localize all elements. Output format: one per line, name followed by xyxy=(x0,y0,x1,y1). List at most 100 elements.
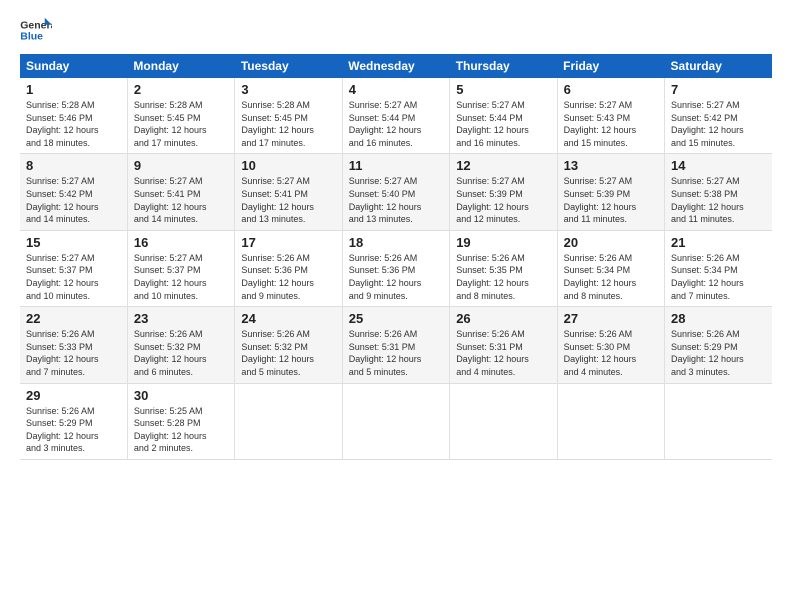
day-info: Sunrise: 5:26 AM Sunset: 5:32 PM Dayligh… xyxy=(241,328,335,378)
header: General Blue xyxy=(20,16,772,44)
day-info: Sunrise: 5:26 AM Sunset: 5:36 PM Dayligh… xyxy=(349,252,443,302)
calendar-cell: 27 Sunrise: 5:26 AM Sunset: 5:30 PM Dayli… xyxy=(557,307,664,383)
day-number: 23 xyxy=(134,311,228,326)
page: General Blue SundayMondayTuesdayWednesda… xyxy=(0,0,792,612)
calendar-week-row: 22 Sunrise: 5:26 AM Sunset: 5:33 PM Dayli… xyxy=(20,307,772,383)
day-number: 28 xyxy=(671,311,766,326)
calendar-cell: 23 Sunrise: 5:26 AM Sunset: 5:32 PM Dayli… xyxy=(127,307,234,383)
day-number: 8 xyxy=(26,158,121,173)
calendar-cell: 12 Sunrise: 5:27 AM Sunset: 5:39 PM Dayli… xyxy=(450,154,557,230)
day-number: 16 xyxy=(134,235,228,250)
day-info: Sunrise: 5:26 AM Sunset: 5:31 PM Dayligh… xyxy=(349,328,443,378)
day-number: 30 xyxy=(134,388,228,403)
calendar-cell: 13 Sunrise: 5:27 AM Sunset: 5:39 PM Dayli… xyxy=(557,154,664,230)
day-number: 22 xyxy=(26,311,121,326)
day-number: 24 xyxy=(241,311,335,326)
day-info: Sunrise: 5:26 AM Sunset: 5:34 PM Dayligh… xyxy=(564,252,658,302)
calendar-cell: 29 Sunrise: 5:26 AM Sunset: 5:29 PM Dayli… xyxy=(20,383,127,459)
day-number: 2 xyxy=(134,82,228,97)
calendar-cell: 14Sunrise: 5:27 AM Sunset: 5:38 PM Dayli… xyxy=(665,154,772,230)
svg-text:Blue: Blue xyxy=(20,31,43,43)
day-info: Sunrise: 5:27 AM Sunset: 5:41 PM Dayligh… xyxy=(241,175,335,225)
calendar-header-row: SundayMondayTuesdayWednesdayThursdayFrid… xyxy=(20,54,772,78)
day-number: 6 xyxy=(564,82,658,97)
calendar-cell: 30 Sunrise: 5:25 AM Sunset: 5:28 PM Dayli… xyxy=(127,383,234,459)
calendar-cell: 9 Sunrise: 5:27 AM Sunset: 5:41 PM Daylig… xyxy=(127,154,234,230)
calendar-week-row: 1 Sunrise: 5:28 AM Sunset: 5:46 PM Daylig… xyxy=(20,78,772,154)
day-number: 20 xyxy=(564,235,658,250)
day-number: 12 xyxy=(456,158,550,173)
weekday-header: Friday xyxy=(557,54,664,78)
day-number: 14 xyxy=(671,158,766,173)
day-number: 17 xyxy=(241,235,335,250)
calendar-cell: 4Sunrise: 5:27 AM Sunset: 5:44 PM Daylig… xyxy=(342,78,449,154)
day-info: Sunrise: 5:28 AM Sunset: 5:45 PM Dayligh… xyxy=(134,99,228,149)
logo: General Blue xyxy=(20,16,52,44)
day-number: 10 xyxy=(241,158,335,173)
calendar-cell: 1 Sunrise: 5:28 AM Sunset: 5:46 PM Daylig… xyxy=(20,78,127,154)
day-number: 3 xyxy=(241,82,335,97)
calendar-cell: 21 Sunrise: 5:26 AM Sunset: 5:34 PM Dayli… xyxy=(665,230,772,306)
calendar-cell: 19Sunrise: 5:26 AM Sunset: 5:35 PM Dayli… xyxy=(450,230,557,306)
calendar-cell: 26 Sunrise: 5:26 AM Sunset: 5:31 PM Dayli… xyxy=(450,307,557,383)
day-info: Sunrise: 5:26 AM Sunset: 5:29 PM Dayligh… xyxy=(671,328,766,378)
calendar-cell: 6 Sunrise: 5:27 AM Sunset: 5:43 PM Daylig… xyxy=(557,78,664,154)
calendar-cell: 24 Sunrise: 5:26 AM Sunset: 5:32 PM Dayli… xyxy=(235,307,342,383)
day-info: Sunrise: 5:27 AM Sunset: 5:40 PM Dayligh… xyxy=(349,175,443,225)
calendar-cell xyxy=(235,383,342,459)
calendar-cell: 3 Sunrise: 5:28 AM Sunset: 5:45 PM Daylig… xyxy=(235,78,342,154)
day-number: 27 xyxy=(564,311,658,326)
calendar-cell: 22 Sunrise: 5:26 AM Sunset: 5:33 PM Dayli… xyxy=(20,307,127,383)
day-number: 11 xyxy=(349,158,443,173)
weekday-header: Wednesday xyxy=(342,54,449,78)
day-number: 21 xyxy=(671,235,766,250)
day-info: Sunrise: 5:26 AM Sunset: 5:30 PM Dayligh… xyxy=(564,328,658,378)
day-number: 29 xyxy=(26,388,121,403)
weekday-header: Saturday xyxy=(665,54,772,78)
calendar-week-row: 29 Sunrise: 5:26 AM Sunset: 5:29 PM Dayli… xyxy=(20,383,772,459)
calendar-cell xyxy=(450,383,557,459)
day-number: 25 xyxy=(349,311,443,326)
day-info: Sunrise: 5:25 AM Sunset: 5:28 PM Dayligh… xyxy=(134,405,228,455)
day-info: Sunrise: 5:26 AM Sunset: 5:34 PM Dayligh… xyxy=(671,252,766,302)
calendar-cell: 16 Sunrise: 5:27 AM Sunset: 5:37 PM Dayli… xyxy=(127,230,234,306)
calendar-cell: 11 Sunrise: 5:27 AM Sunset: 5:40 PM Dayli… xyxy=(342,154,449,230)
logo-icon: General Blue xyxy=(20,16,52,44)
calendar-cell: 2 Sunrise: 5:28 AM Sunset: 5:45 PM Daylig… xyxy=(127,78,234,154)
weekday-header: Tuesday xyxy=(235,54,342,78)
weekday-header: Thursday xyxy=(450,54,557,78)
weekday-header: Monday xyxy=(127,54,234,78)
day-number: 18 xyxy=(349,235,443,250)
day-info: Sunrise: 5:26 AM Sunset: 5:36 PM Dayligh… xyxy=(241,252,335,302)
calendar-cell: 8Sunrise: 5:27 AM Sunset: 5:42 PM Daylig… xyxy=(20,154,127,230)
day-info: Sunrise: 5:27 AM Sunset: 5:39 PM Dayligh… xyxy=(564,175,658,225)
day-info: Sunrise: 5:26 AM Sunset: 5:33 PM Dayligh… xyxy=(26,328,121,378)
day-number: 26 xyxy=(456,311,550,326)
calendar-cell: 15Sunrise: 5:27 AM Sunset: 5:37 PM Dayli… xyxy=(20,230,127,306)
calendar-cell: 10 Sunrise: 5:27 AM Sunset: 5:41 PM Dayli… xyxy=(235,154,342,230)
day-info: Sunrise: 5:27 AM Sunset: 5:42 PM Dayligh… xyxy=(671,99,766,149)
calendar-cell: 18 Sunrise: 5:26 AM Sunset: 5:36 PM Dayli… xyxy=(342,230,449,306)
calendar-week-row: 15 Sunrise: 5:27 AM Sunset: 5:37 PM Dayli… xyxy=(20,230,772,306)
day-info: Sunrise: 5:27 AM Sunset: 5:39 PM Dayligh… xyxy=(456,175,550,225)
day-number: 9 xyxy=(134,158,228,173)
calendar-week-row: 8Sunrise: 5:27 AM Sunset: 5:42 PM Daylig… xyxy=(20,154,772,230)
day-info: Sunrise: 5:26 AM Sunset: 5:32 PM Dayligh… xyxy=(134,328,228,378)
calendar-cell: 25 Sunrise: 5:26 AM Sunset: 5:31 PM Dayli… xyxy=(342,307,449,383)
calendar-cell: 5Sunrise: 5:27 AM Sunset: 5:44 PM Daylig… xyxy=(450,78,557,154)
calendar-cell xyxy=(342,383,449,459)
day-number: 15 xyxy=(26,235,121,250)
day-info: Sunrise: 5:26 AM Sunset: 5:29 PM Dayligh… xyxy=(26,405,121,455)
day-info: Sunrise: 5:28 AM Sunset: 5:46 PM Dayligh… xyxy=(26,99,121,149)
day-info: Sunrise: 5:26 AM Sunset: 5:31 PM Dayligh… xyxy=(456,328,550,378)
day-number: 1 xyxy=(26,82,121,97)
weekday-header: Sunday xyxy=(20,54,127,78)
day-info: Sunrise: 5:27 AM Sunset: 5:37 PM Dayligh… xyxy=(134,252,228,302)
day-info: Sunrise: 5:28 AM Sunset: 5:45 PM Dayligh… xyxy=(241,99,335,149)
calendar-cell: 17 Sunrise: 5:26 AM Sunset: 5:36 PM Dayli… xyxy=(235,230,342,306)
day-info: Sunrise: 5:27 AM Sunset: 5:41 PM Dayligh… xyxy=(134,175,228,225)
day-number: 13 xyxy=(564,158,658,173)
day-info: Sunrise: 5:27 AM Sunset: 5:43 PM Dayligh… xyxy=(564,99,658,149)
calendar-cell xyxy=(665,383,772,459)
day-number: 19 xyxy=(456,235,550,250)
